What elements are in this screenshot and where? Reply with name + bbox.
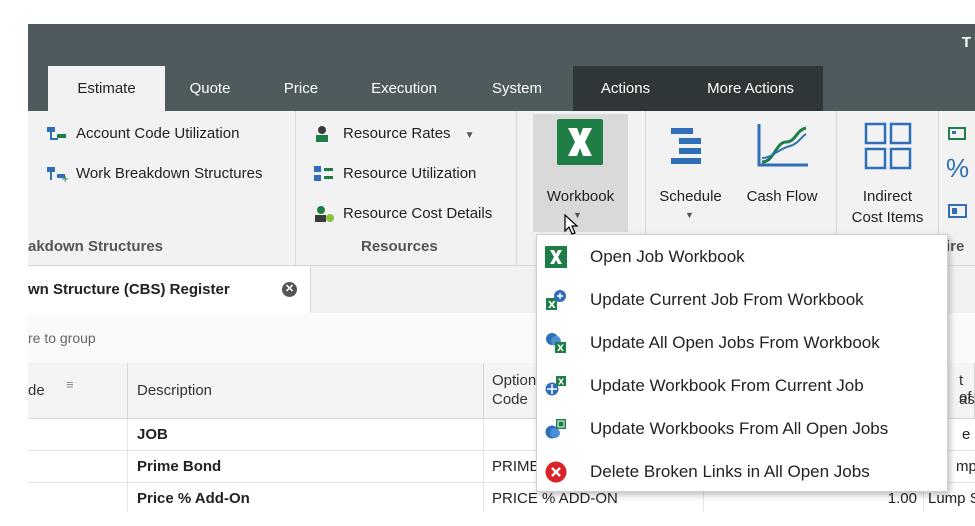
tab-quote[interactable]: Quote <box>165 66 255 111</box>
wbs-icon: + <box>47 167 68 183</box>
tab-actions[interactable]: Actions <box>573 66 678 111</box>
update-workbooks-icon <box>545 419 566 439</box>
cash-flow-button[interactable]: Cash Flow <box>736 114 828 232</box>
resources-group-label: Resources <box>361 238 438 255</box>
percent-icon[interactable]: % <box>946 153 969 184</box>
ribbon-tab-bar: Estimate Quote Price Execution System Ac… <box>28 66 975 111</box>
resource-cost-details-button[interactable]: Resource Cost Details <box>313 203 492 225</box>
window-title: T <box>961 34 971 51</box>
cbs-register-tab-label: wn Structure (CBS) Register <box>28 281 230 298</box>
svg-text:X: X <box>558 378 565 387</box>
resource-rates-button[interactable]: Resource Rates ▼ <box>313 123 474 145</box>
app-window: T Estimate Quote Price Execution System … <box>28 24 975 512</box>
cbs-register-tab[interactable]: wn Structure (CBS) Register ✕ <box>28 266 311 314</box>
group-by-hint: re to group <box>28 330 96 346</box>
workbook-label: Workbook <box>546 188 615 205</box>
cut-off-icon[interactable] <box>948 125 968 141</box>
tab-system[interactable]: System <box>461 66 573 111</box>
mouse-cursor-icon <box>564 214 579 235</box>
account-code-utilization-label: Account Code Utilization <box>76 125 240 142</box>
cell-code <box>28 419 128 451</box>
schedule-label: Schedule <box>659 188 722 205</box>
cell-description: Prime Bond <box>128 451 484 483</box>
column-header-option-label-1: Option <box>492 372 537 389</box>
delete-links-icon <box>545 461 567 483</box>
workbook-button[interactable]: Workbook ▼ <box>533 114 628 232</box>
schedule-dropdown-icon: ▼ <box>685 210 694 220</box>
schedule-button[interactable]: Schedule ▼ <box>653 114 728 232</box>
work-breakdown-structures-button[interactable]: + Work Breakdown Structures <box>46 163 262 185</box>
resource-utilization-label: Resource Utilization <box>343 165 477 182</box>
cell-description: JOB <box>128 419 484 451</box>
menu-item-label: Update Workbooks From All Open Jobs <box>590 419 889 438</box>
resource-rates-icon <box>316 126 328 143</box>
update-all-jobs-icon: X <box>546 333 566 354</box>
excel-icon <box>557 119 603 165</box>
resource-cost-details-label: Resource Cost Details <box>343 205 493 222</box>
menu-item-update-workbook-from-current-job[interactable]: X Update Workbook From Current Job <box>537 364 947 407</box>
account-code-utilization-button[interactable]: Account Code Utilization <box>46 123 239 145</box>
cell-code <box>28 451 128 483</box>
update-current-job-icon: X <box>546 290 566 311</box>
resource-cost-icon <box>315 206 334 223</box>
svg-text:X: X <box>548 300 556 311</box>
indirect-label-line2: Cost Items <box>851 209 924 226</box>
menu-item-label: Update Current Job From Workbook <box>590 290 864 309</box>
menu-item-label: Open Job Workbook <box>590 247 745 266</box>
column-header-code-label: de <box>28 382 45 399</box>
menu-item-open-job-workbook[interactable]: Open Job Workbook <box>537 235 947 278</box>
schedule-icon <box>671 128 701 164</box>
svg-text:+: + <box>61 174 68 183</box>
indirect-cost-items-button[interactable]: Indirect Cost Items <box>840 114 935 232</box>
cash-flow-label: Cash Flow <box>746 188 818 205</box>
column-header-description-label: Description <box>137 382 213 399</box>
menu-item-update-workbooks-from-all-jobs[interactable]: Update Workbooks From All Open Jobs <box>537 407 947 450</box>
tab-execution[interactable]: Execution <box>347 66 461 111</box>
column-header-code[interactable]: de ≡ <box>28 363 128 419</box>
resource-rates-label: Resource Rates <box>343 125 451 142</box>
cut-off-icon-2[interactable] <box>948 203 968 219</box>
menu-item-update-current-job[interactable]: X Update Current Job From Workbook <box>537 278 947 321</box>
cell-code <box>28 483 128 512</box>
title-bar: T <box>28 24 975 66</box>
account-code-icon <box>47 127 66 141</box>
resource-utilization-button[interactable]: Resource Utilization <box>313 163 476 185</box>
close-tab-icon[interactable]: ✕ <box>282 282 297 297</box>
tab-price[interactable]: Price <box>255 66 347 111</box>
menu-item-label: Update All Open Jobs From Workbook <box>590 333 880 352</box>
indirect-label-line1: Indirect <box>862 188 913 205</box>
menu-item-delete-broken-links[interactable]: Delete Broken Links in All Open Jobs <box>537 450 947 493</box>
resource-rates-dropdown-icon[interactable]: ▼ <box>465 130 475 141</box>
tab-more-actions[interactable]: More Actions <box>678 66 823 111</box>
ribbon-separator <box>295 111 296 265</box>
column-header-option-label-2: Code <box>492 391 528 408</box>
update-workbook-icon: X <box>545 376 566 396</box>
ribbon-separator <box>516 111 517 265</box>
svg-text:X: X <box>557 344 564 354</box>
resource-utilization-icon <box>314 166 333 182</box>
cell-description: Price % Add-On <box>128 483 484 512</box>
breakdown-structures-group-label: akdown Structures <box>28 238 164 255</box>
column-header-description[interactable]: Description <box>128 363 484 419</box>
indirect-cost-icon <box>864 122 912 170</box>
cash-flow-icon <box>757 124 808 167</box>
menu-item-label: Delete Broken Links in All Open Jobs <box>590 462 870 481</box>
cut-off-group-label: ire <box>946 238 965 255</box>
sort-icon[interactable]: ≡ <box>66 377 74 392</box>
workbook-dropdown-menu: Open Job Workbook X Update Current Job F… <box>536 234 948 492</box>
work-breakdown-structures-label: Work Breakdown Structures <box>76 165 263 182</box>
excel-icon <box>545 246 567 268</box>
column-header-unit-label-2: asu <box>959 391 975 408</box>
menu-item-label: Update Workbook From Current Job <box>590 376 864 395</box>
menu-item-update-all-open-jobs[interactable]: X Update All Open Jobs From Workbook <box>537 321 947 364</box>
tab-estimate[interactable]: Estimate <box>48 66 165 111</box>
